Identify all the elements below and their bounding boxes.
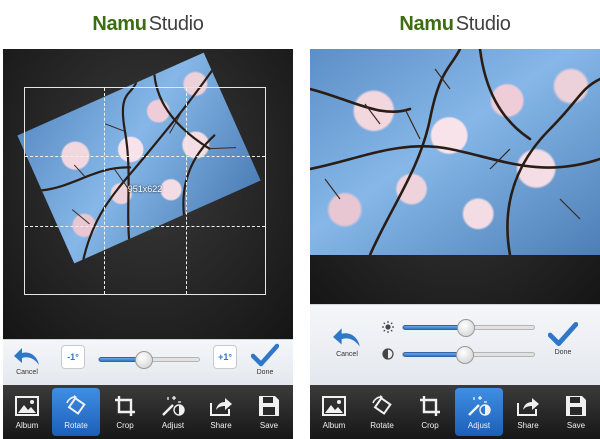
toolbar-label: Save xyxy=(259,420,279,430)
toolbar-label: Share xyxy=(210,420,232,430)
done-label: Done xyxy=(554,349,572,356)
toolbar-album-button[interactable]: Album xyxy=(310,385,358,439)
adjusted-photo xyxy=(310,49,600,255)
toolbar-crop-button[interactable]: Crop xyxy=(406,385,454,439)
toolbar-label: Share xyxy=(517,420,539,430)
rotate-controls: Cancel -1° +1° Done xyxy=(3,339,293,385)
toolbar-label: Crop xyxy=(421,420,439,430)
brightness-slider[interactable] xyxy=(402,318,535,337)
checkmark-icon xyxy=(251,343,279,367)
toolbar-label: Rotate xyxy=(370,420,394,430)
image-icon xyxy=(14,395,40,417)
adjust-screen: Namu Studio Cancel Done Album Rotate Cro… xyxy=(310,0,600,439)
share-icon xyxy=(208,395,234,417)
toolbar-label: Crop xyxy=(116,420,134,430)
rotate-left-label: -1° xyxy=(67,352,79,362)
magic-wand-icon xyxy=(160,395,186,417)
toolbar-album-button[interactable]: Album xyxy=(3,385,51,439)
magic-wand-icon xyxy=(466,395,492,417)
brightness-slider-thumb[interactable] xyxy=(456,318,475,337)
toolbar-label: Adjust xyxy=(161,420,185,430)
toolbar-label: Rotate xyxy=(64,420,88,430)
done-button[interactable]: Done xyxy=(251,343,279,376)
app-logo: Namu Studio xyxy=(399,13,511,36)
rotate-right-button[interactable]: +1° xyxy=(213,345,237,369)
brand-bold: Namu xyxy=(399,13,454,35)
toolbar-label: Adjust xyxy=(467,420,491,430)
toolbar-crop-button[interactable]: Crop xyxy=(101,385,149,439)
save-icon xyxy=(256,395,282,417)
rotation-slider[interactable] xyxy=(98,350,200,369)
toolbar-adjust-button[interactable]: Adjust xyxy=(149,385,197,439)
grid-line-v2 xyxy=(185,88,187,294)
cancel-label: Cancel xyxy=(16,369,38,376)
rotate-left-button[interactable]: -1° xyxy=(61,345,85,369)
brand-bold: Namu xyxy=(92,13,147,35)
dimensions-label: 951x622 xyxy=(127,183,163,194)
cherry-blossom-branches xyxy=(310,49,600,255)
brightness-icon xyxy=(382,321,394,333)
rotate-left-icon: -1° xyxy=(61,345,85,369)
bottom-toolbar: Album Rotate Crop Adjust Share Save xyxy=(310,385,600,439)
rotate-right-icon: +1° xyxy=(213,345,237,369)
contrast-slider[interactable] xyxy=(402,345,535,364)
cancel-button[interactable]: Cancel xyxy=(332,325,362,358)
toolbar-adjust-button[interactable]: Adjust xyxy=(455,388,503,436)
toolbar-save-button[interactable]: Save xyxy=(245,385,293,439)
toolbar-rotate-button[interactable]: Rotate xyxy=(358,385,406,439)
crop-icon xyxy=(112,395,138,417)
rotate-icon xyxy=(369,394,395,417)
toolbar-share-button[interactable]: Share xyxy=(504,385,552,439)
brand-light: Studio xyxy=(455,13,511,35)
done-label: Done xyxy=(256,369,274,376)
save-icon xyxy=(563,395,589,417)
app-header: Namu Studio xyxy=(310,0,600,49)
contrast-slider-thumb[interactable] xyxy=(455,345,474,364)
crop-icon xyxy=(417,395,443,417)
rotate-screen: Namu Studio 951x622 Cancel -1° +1° Done … xyxy=(3,0,293,439)
app-header: Namu Studio xyxy=(3,0,293,49)
toolbar-share-button[interactable]: Share xyxy=(197,385,245,439)
bottom-toolbar: Album Rotate Crop Adjust Share Save xyxy=(3,385,293,439)
toolbar-label: Album xyxy=(15,420,39,430)
grid-line-h2 xyxy=(25,226,265,228)
toolbar-rotate-button[interactable]: Rotate xyxy=(52,388,100,436)
crop-frame[interactable]: 951x622 xyxy=(24,87,266,295)
adjust-controls: Cancel Done xyxy=(310,304,600,385)
app-logo: Namu Studio xyxy=(92,13,204,36)
done-button[interactable]: Done xyxy=(548,321,578,356)
undo-arrow-icon xyxy=(14,348,39,365)
undo-arrow-icon xyxy=(333,328,360,347)
rotation-slider-thumb[interactable] xyxy=(135,350,153,369)
toolbar-label: Save xyxy=(566,420,586,430)
rotate-icon xyxy=(63,394,89,417)
cancel-label: Cancel xyxy=(336,351,358,358)
image-icon xyxy=(321,395,347,417)
cancel-button[interactable]: Cancel xyxy=(13,345,41,376)
brand-light: Studio xyxy=(148,13,204,35)
grid-line-v1 xyxy=(104,88,106,294)
checkmark-icon xyxy=(548,321,578,347)
rotate-right-label: +1° xyxy=(218,352,232,362)
toolbar-save-button[interactable]: Save xyxy=(552,385,600,439)
grid-line-h1 xyxy=(25,155,265,157)
toolbar-label: Album xyxy=(322,420,346,430)
contrast-icon xyxy=(382,348,394,360)
screen-divider xyxy=(297,0,307,439)
share-icon xyxy=(515,395,541,417)
